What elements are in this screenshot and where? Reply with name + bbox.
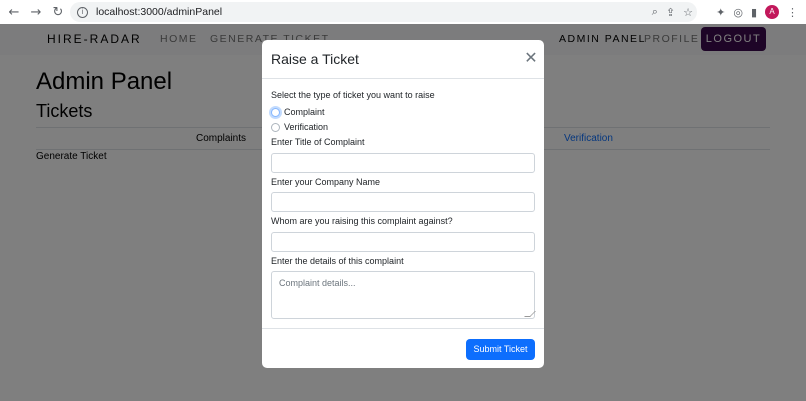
verification-radio[interactable] — [271, 123, 280, 132]
forward-arrow-icon[interactable]: → — [25, 1, 47, 23]
menu-dots-icon[interactable]: ⋮ — [787, 6, 798, 19]
complaint-radio[interactable] — [271, 108, 280, 117]
browser-toolbar: ← → ↻ i localhost:3000/adminPanel ⌕ ⇪ ☆ … — [0, 0, 806, 24]
modal-footer: Submit Ticket — [262, 328, 544, 368]
zoom-icon[interactable]: ⌕ — [652, 5, 658, 19]
profile-avatar[interactable]: A — [765, 5, 779, 19]
complaint-radio-label[interactable]: Complaint — [284, 107, 325, 117]
complaint-title-input[interactable] — [271, 153, 535, 173]
company-field-label: Enter your Company Name — [271, 177, 381, 187]
address-bar[interactable]: i localhost:3000/adminPanel ⌕ ⇪ ☆ — [70, 2, 697, 22]
complaint-details-textarea[interactable]: Complaint details... — [271, 271, 536, 319]
share-icon[interactable]: ⇪ — [666, 6, 675, 19]
company-name-input[interactable] — [271, 192, 535, 212]
url-text[interactable]: localhost:3000/adminPanel — [96, 6, 222, 18]
bookmark-star-icon[interactable]: ☆ — [683, 6, 693, 19]
close-icon[interactable]: ✕ — [521, 48, 541, 68]
reload-icon[interactable]: ↻ — [47, 1, 69, 23]
extensions-icon[interactable]: ✦ — [716, 6, 725, 19]
resize-handle-icon[interactable] — [524, 311, 536, 317]
back-arrow-icon[interactable]: ← — [3, 1, 25, 23]
against-input[interactable] — [271, 232, 535, 252]
ticket-type-prompt: Select the type of ticket you want to ra… — [271, 90, 435, 100]
details-placeholder: Complaint details... — [279, 278, 356, 288]
title-field-label: Enter Title of Complaint — [271, 137, 365, 147]
info-icon[interactable]: i — [77, 6, 88, 18]
side-panel-icon[interactable]: ▮ — [751, 6, 757, 19]
verification-radio-label[interactable]: Verification — [284, 122, 328, 132]
against-field-label: Whom are you raising this complaint agai… — [271, 216, 453, 226]
submit-ticket-button[interactable]: Submit Ticket — [466, 339, 535, 360]
modal-title: Raise a Ticket — [271, 51, 359, 67]
modal-header: Raise a Ticket ✕ — [262, 40, 544, 79]
media-icon[interactable]: ◎ — [733, 6, 743, 19]
raise-ticket-modal: Raise a Ticket ✕ Select the type of tick… — [262, 40, 544, 368]
details-field-label: Enter the details of this complaint — [271, 256, 404, 266]
